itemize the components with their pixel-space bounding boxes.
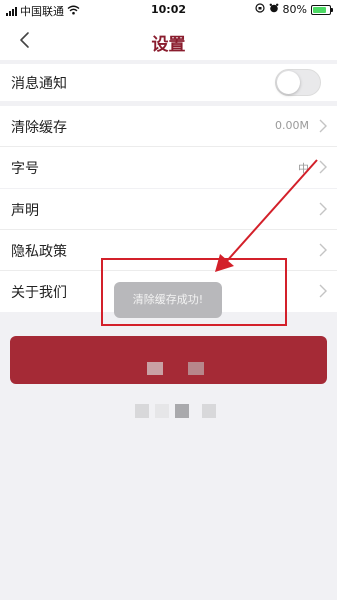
annotation-arrow-icon: [215, 159, 318, 272]
